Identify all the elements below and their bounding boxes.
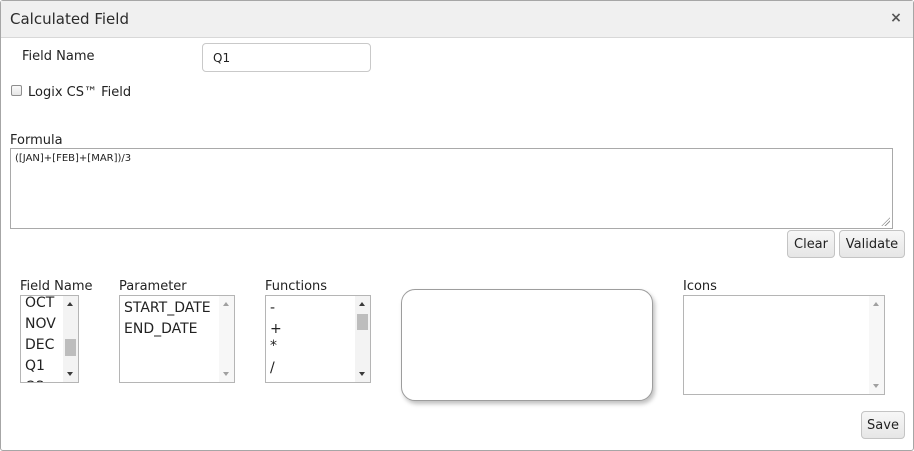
chevron-down-icon[interactable] bbox=[359, 372, 365, 376]
list-item[interactable]: * bbox=[266, 338, 277, 354]
validate-button-label: Validate bbox=[845, 236, 899, 252]
chevron-up-icon[interactable] bbox=[873, 302, 879, 306]
field-name-scrollbar[interactable] bbox=[63, 296, 78, 382]
parameter-scrollbar[interactable] bbox=[219, 296, 234, 382]
parameter-listbox[interactable]: START_DATE END_DATE bbox=[119, 295, 235, 383]
field-name-label: Field Name bbox=[22, 49, 95, 64]
icons-list-label: Icons bbox=[683, 279, 717, 294]
icons-listbox[interactable] bbox=[683, 295, 885, 395]
formula-textarea[interactable]: ([JAN]+[FEB]+[MAR])/3 bbox=[10, 148, 893, 229]
logix-field-checkbox[interactable] bbox=[11, 85, 22, 96]
list-item[interactable]: START_DATE bbox=[120, 298, 218, 319]
resize-grip-icon[interactable] bbox=[880, 216, 890, 226]
chevron-up-icon[interactable] bbox=[67, 302, 73, 306]
list-item[interactable]: END_DATE bbox=[120, 319, 218, 340]
dialog-titlebar: Calculated Field × bbox=[1, 1, 913, 38]
save-button-label: Save bbox=[867, 417, 899, 433]
list-item[interactable]: + bbox=[266, 321, 282, 337]
close-icon[interactable]: × bbox=[889, 10, 903, 26]
chevron-up-icon[interactable] bbox=[359, 302, 365, 306]
validate-button[interactable]: Validate bbox=[839, 230, 905, 258]
functions-list-label: Functions bbox=[265, 279, 328, 294]
list-item[interactable]: Q2 bbox=[21, 377, 62, 382]
chevron-down-icon[interactable] bbox=[223, 372, 229, 376]
chevron-down-icon[interactable] bbox=[67, 372, 73, 376]
scrollbar-thumb[interactable] bbox=[357, 314, 368, 330]
list-item[interactable]: NOV bbox=[21, 314, 62, 335]
list-item[interactable]: - bbox=[266, 300, 275, 316]
parameter-list-label: Parameter bbox=[119, 279, 187, 294]
field-name-list-label: Field Name bbox=[20, 279, 93, 294]
clear-button[interactable]: Clear bbox=[787, 230, 835, 258]
save-button[interactable]: Save bbox=[861, 411, 905, 439]
list-item[interactable]: Q1 bbox=[21, 356, 62, 377]
list-item[interactable]: / bbox=[266, 360, 275, 376]
formula-label: Formula bbox=[10, 133, 63, 148]
logix-field-label: Logix CS™ Field bbox=[28, 85, 132, 100]
icons-scrollbar[interactable] bbox=[869, 296, 884, 394]
formula-preview-panel bbox=[401, 289, 653, 401]
scrollbar-thumb[interactable] bbox=[65, 339, 76, 356]
dialog-title: Calculated Field bbox=[10, 10, 129, 28]
functions-scrollbar[interactable] bbox=[355, 296, 370, 382]
chevron-down-icon[interactable] bbox=[873, 384, 879, 388]
clear-button-label: Clear bbox=[794, 236, 828, 252]
list-item[interactable]: OCT bbox=[21, 296, 62, 314]
chevron-up-icon[interactable] bbox=[223, 302, 229, 306]
field-name-input[interactable] bbox=[202, 43, 371, 72]
field-name-listbox[interactable]: OCT NOV DEC Q1 Q2 bbox=[20, 295, 79, 383]
functions-listbox[interactable]: - + * / bbox=[265, 295, 371, 383]
list-item[interactable]: DEC bbox=[21, 335, 62, 356]
